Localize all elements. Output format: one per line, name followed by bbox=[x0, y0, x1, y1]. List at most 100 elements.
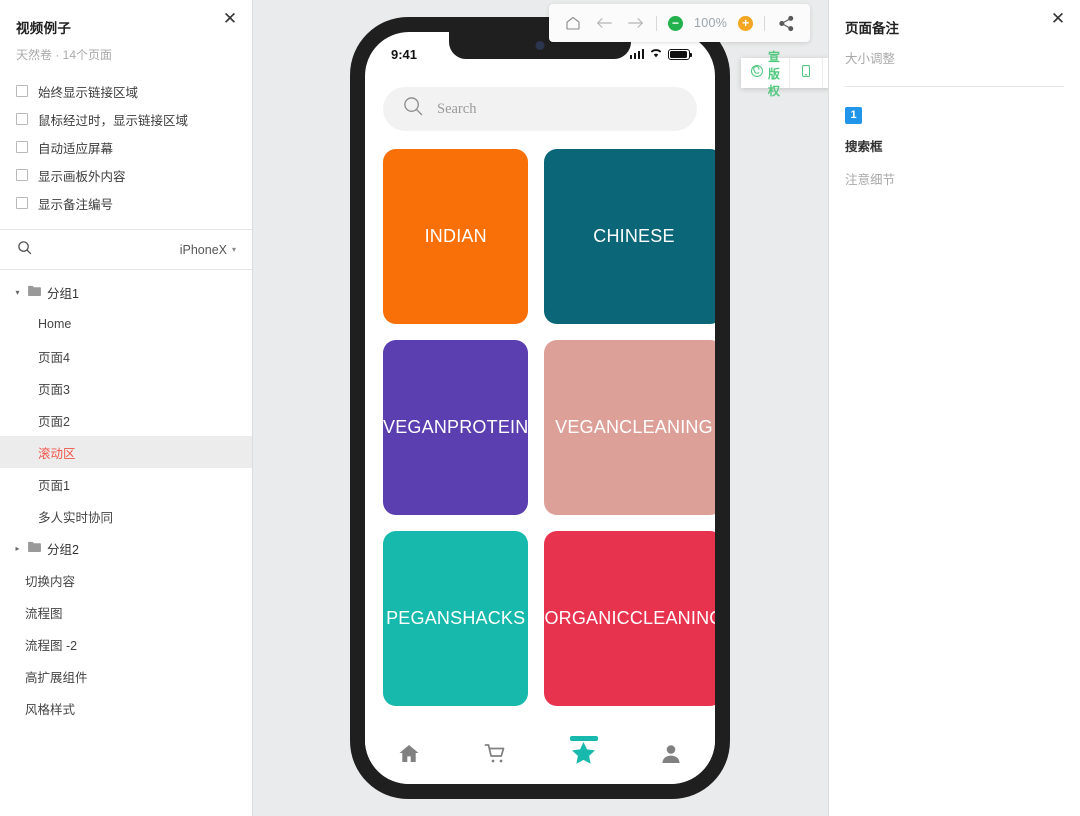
page-notes-subtitle: 大小调整 bbox=[845, 52, 896, 66]
checkbox-row-0[interactable]: 始终显示链接区域 bbox=[16, 77, 236, 105]
tree-item-page1[interactable]: 页面1 bbox=[0, 468, 252, 500]
copyright-icon bbox=[750, 64, 764, 83]
tree-item-flowchart[interactable]: 流程图 bbox=[0, 596, 252, 628]
copyright-label: 宣版权 bbox=[768, 49, 781, 98]
chevron-right-icon[interactable]: ▸ bbox=[13, 544, 22, 553]
checkbox-label: 显示画板外内容 bbox=[38, 169, 126, 184]
divider bbox=[764, 15, 766, 31]
chevron-down-icon: ▾ bbox=[231, 245, 236, 254]
mobile-icon bbox=[799, 64, 813, 83]
tree-group-label: 分组1 bbox=[47, 286, 79, 301]
note-list: 1 搜索框 注意细节 bbox=[829, 87, 1080, 188]
checkbox-icon[interactable] bbox=[16, 113, 28, 125]
note-detail: 注意细节 bbox=[845, 172, 896, 187]
arrow-left-icon[interactable] bbox=[594, 13, 614, 33]
status-time: 9:41 bbox=[391, 46, 418, 62]
tree-item-page3[interactable]: 页面3 bbox=[0, 372, 252, 404]
phone-screen: 9:41 Search INDIAN CHINESE VEGAN PROTEIN… bbox=[365, 32, 715, 784]
tile-chinese[interactable]: CHINESE bbox=[544, 149, 715, 324]
tree-group-label: 分组2 bbox=[47, 542, 79, 557]
checkbox-row-1[interactable]: 鼠标经过时，显示链接区域 bbox=[16, 105, 236, 133]
checkbox-row-4[interactable]: 显示备注编号 bbox=[16, 189, 236, 217]
canvas-toolbar: − 100% + bbox=[549, 4, 811, 42]
tree-item-style[interactable]: 风格样式 bbox=[0, 692, 252, 724]
search-icon bbox=[403, 96, 424, 122]
tree-item-realtime-collab[interactable]: 多人实时协同 bbox=[0, 500, 252, 532]
inspector-toolbar: 宣版权 bbox=[741, 50, 828, 98]
chevron-down-icon[interactable]: ▾ bbox=[13, 288, 22, 297]
device-selector-label: iPhoneX bbox=[179, 242, 227, 257]
minus-circle-icon[interactable]: − bbox=[668, 15, 683, 31]
canvas-area[interactable]: 9:41 Search INDIAN CHINESE VEGAN PROTEIN… bbox=[253, 0, 828, 816]
checkbox-label: 显示备注编号 bbox=[38, 197, 114, 212]
phone-mockup: 9:41 Search INDIAN CHINESE VEGAN PROTEIN… bbox=[350, 17, 730, 799]
tab-profile[interactable] bbox=[628, 742, 716, 771]
tree-group-2[interactable]: ▸ 分组2 bbox=[0, 532, 252, 564]
search-placeholder: Search bbox=[437, 100, 477, 117]
page-tree[interactable]: ▾ 分组1 Home 页面4 页面3 页面2 滚动区 页面1 多人实时协同 ▸ … bbox=[0, 270, 252, 816]
right-panel-header: 页面备注 大小调整 bbox=[829, 0, 1080, 87]
checkbox-icon[interactable] bbox=[16, 85, 28, 97]
search-icon[interactable] bbox=[17, 240, 32, 260]
zoom-level: 100% bbox=[694, 16, 728, 30]
tree-item-scroll-area[interactable]: 滚动区 bbox=[0, 436, 252, 468]
plus-circle-icon[interactable]: + bbox=[738, 15, 754, 31]
page-search-row: iPhoneX ▾ bbox=[0, 230, 252, 270]
left-panel-header: 视频例子 天然卷 · 14个页面 bbox=[0, 0, 252, 63]
tree-item-flowchart-2[interactable]: 流程图 -2 bbox=[0, 628, 252, 660]
tree-item-home[interactable]: Home bbox=[0, 308, 252, 340]
device-preview-button[interactable] bbox=[790, 58, 824, 88]
tile-vegan-protein[interactable]: VEGAN PROTEIN bbox=[383, 340, 529, 515]
tab-favorites[interactable] bbox=[540, 736, 628, 772]
folder-icon bbox=[28, 541, 41, 555]
tab-cart[interactable] bbox=[453, 742, 541, 771]
arrow-right-icon[interactable] bbox=[625, 13, 645, 33]
phone-tab-bar bbox=[365, 728, 715, 784]
project-title: 视频例子 bbox=[16, 21, 72, 36]
fullscreen-button[interactable] bbox=[823, 58, 828, 88]
tree-item-extensible-component[interactable]: 高扩展组件 bbox=[0, 660, 252, 692]
page-notes-title: 页面备注 bbox=[845, 21, 899, 36]
copyright-button[interactable]: 宣版权 bbox=[741, 50, 791, 98]
checkbox-label: 始终显示链接区域 bbox=[38, 85, 139, 100]
tile-vegan-cleaning[interactable]: VEGAN CLEANING bbox=[544, 340, 715, 515]
tab-home[interactable] bbox=[365, 742, 453, 771]
home-icon bbox=[397, 742, 421, 771]
close-icon[interactable]: ✕ bbox=[218, 6, 242, 30]
battery-icon bbox=[668, 48, 692, 60]
share-icon[interactable] bbox=[776, 13, 796, 33]
checkbox-row-3[interactable]: 显示画板外内容 bbox=[16, 161, 236, 189]
right-panel: ✕ 页面备注 大小调整 1 搜索框 注意细节 bbox=[828, 0, 1080, 816]
left-panel: ✕ 视频例子 天然卷 · 14个页面 始终显示链接区域 鼠标经过时，显示链接区域… bbox=[0, 0, 253, 816]
camera-icon bbox=[535, 41, 545, 50]
wifi-icon bbox=[649, 45, 663, 63]
folder-icon bbox=[28, 285, 41, 299]
search-input[interactable]: Search bbox=[383, 87, 697, 131]
status-indicators bbox=[629, 45, 692, 63]
tree-item-page2[interactable]: 页面2 bbox=[0, 404, 252, 436]
tree-item-switch-content[interactable]: 切换内容 bbox=[0, 564, 252, 596]
note-title: 搜索框 bbox=[845, 139, 883, 154]
tile-pegan-shacks[interactable]: PEGAN SHACKS bbox=[383, 531, 529, 706]
user-icon bbox=[659, 742, 683, 771]
tree-item-page4[interactable]: 页面4 bbox=[0, 340, 252, 372]
tile-organic-cleaning[interactable]: ORGANIC CLEANING bbox=[544, 531, 715, 706]
project-subtitle: 天然卷 · 14个页面 bbox=[16, 48, 113, 62]
divider bbox=[656, 15, 657, 31]
close-icon[interactable]: ✕ bbox=[1046, 6, 1070, 30]
device-selector[interactable]: iPhoneX ▾ bbox=[180, 243, 236, 257]
tile-indian[interactable]: INDIAN bbox=[383, 149, 529, 324]
star-icon bbox=[570, 740, 597, 772]
tree-group-1[interactable]: ▾ 分组1 bbox=[0, 276, 252, 308]
checkbox-icon[interactable] bbox=[16, 169, 28, 181]
checkbox-row-2[interactable]: 自动适应屏幕 bbox=[16, 133, 236, 161]
cart-icon bbox=[484, 742, 508, 771]
checkbox-icon[interactable] bbox=[16, 141, 28, 153]
app-root: ✕ 视频例子 天然卷 · 14个页面 始终显示链接区域 鼠标经过时，显示链接区域… bbox=[0, 0, 1080, 816]
checkbox-icon[interactable] bbox=[16, 197, 28, 209]
note-badge[interactable]: 1 bbox=[845, 106, 862, 124]
category-grid: INDIAN CHINESE VEGAN PROTEIN VEGAN CLEANIN… bbox=[365, 131, 715, 728]
active-tab-indicator bbox=[569, 736, 598, 741]
home-icon[interactable] bbox=[563, 13, 583, 33]
display-options-list: 始终显示链接区域 鼠标经过时，显示链接区域 自动适应屏幕 显示画板外内容 显示备… bbox=[0, 63, 252, 229]
